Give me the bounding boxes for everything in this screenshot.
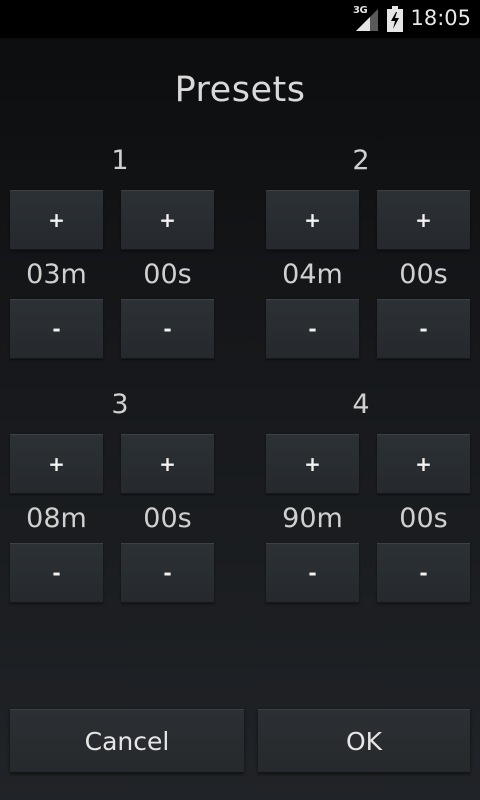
preset-2-seconds-value: 00s bbox=[399, 259, 448, 290]
preset-3-minutes-decrement-button[interactable]: - bbox=[10, 543, 103, 603]
ok-button[interactable]: OK bbox=[258, 709, 470, 773]
signal-strength-icon bbox=[356, 9, 378, 31]
battery-charging-icon bbox=[387, 6, 403, 32]
cancel-button[interactable]: Cancel bbox=[10, 709, 244, 773]
preset-1-minutes-increment-button[interactable]: + bbox=[10, 190, 103, 250]
preset-4-number: 4 bbox=[352, 389, 370, 420]
preset-1-minutes-decrement-button[interactable]: - bbox=[10, 299, 103, 359]
preset-2-seconds-increment-button[interactable]: + bbox=[377, 190, 470, 250]
preset-1-seconds-increment-button[interactable]: + bbox=[121, 190, 214, 250]
preset-3-number: 3 bbox=[111, 389, 129, 420]
preset-1-number: 1 bbox=[111, 145, 129, 176]
preset-2-seconds-decrement-button[interactable]: - bbox=[377, 299, 470, 359]
preset-4-minutes-value: 90m bbox=[282, 503, 343, 534]
preset-1-seconds-value: 00s bbox=[143, 259, 192, 290]
preset-2-number: 2 bbox=[352, 145, 370, 176]
preset-2-minutes-increment-button[interactable]: + bbox=[266, 190, 359, 250]
preset-1-seconds-decrement-button[interactable]: - bbox=[121, 299, 214, 359]
preset-3-seconds-value: 00s bbox=[143, 503, 192, 534]
status-bar: 3G 18:05 bbox=[0, 0, 480, 38]
preset-2-minutes-value: 04m bbox=[282, 259, 343, 290]
preset-4-seconds-increment-button[interactable]: + bbox=[377, 434, 470, 494]
preset-4-minutes-decrement-button[interactable]: - bbox=[266, 543, 359, 603]
presets-screen: 3G 18:05 Presets 1 + + 03m 00s - - 2 + +… bbox=[0, 0, 480, 800]
preset-3-seconds-decrement-button[interactable]: - bbox=[121, 543, 214, 603]
preset-4-seconds-decrement-button[interactable]: - bbox=[377, 543, 470, 603]
preset-3-minutes-increment-button[interactable]: + bbox=[10, 434, 103, 494]
preset-3-seconds-increment-button[interactable]: + bbox=[121, 434, 214, 494]
preset-4-seconds-value: 00s bbox=[399, 503, 448, 534]
preset-4-minutes-increment-button[interactable]: + bbox=[266, 434, 359, 494]
preset-2-minutes-decrement-button[interactable]: - bbox=[266, 299, 359, 359]
preset-1-minutes-value: 03m bbox=[26, 259, 87, 290]
dialog-title: Presets bbox=[174, 70, 306, 110]
preset-3-minutes-value: 08m bbox=[26, 503, 87, 534]
status-clock: 18:05 bbox=[410, 6, 471, 30]
